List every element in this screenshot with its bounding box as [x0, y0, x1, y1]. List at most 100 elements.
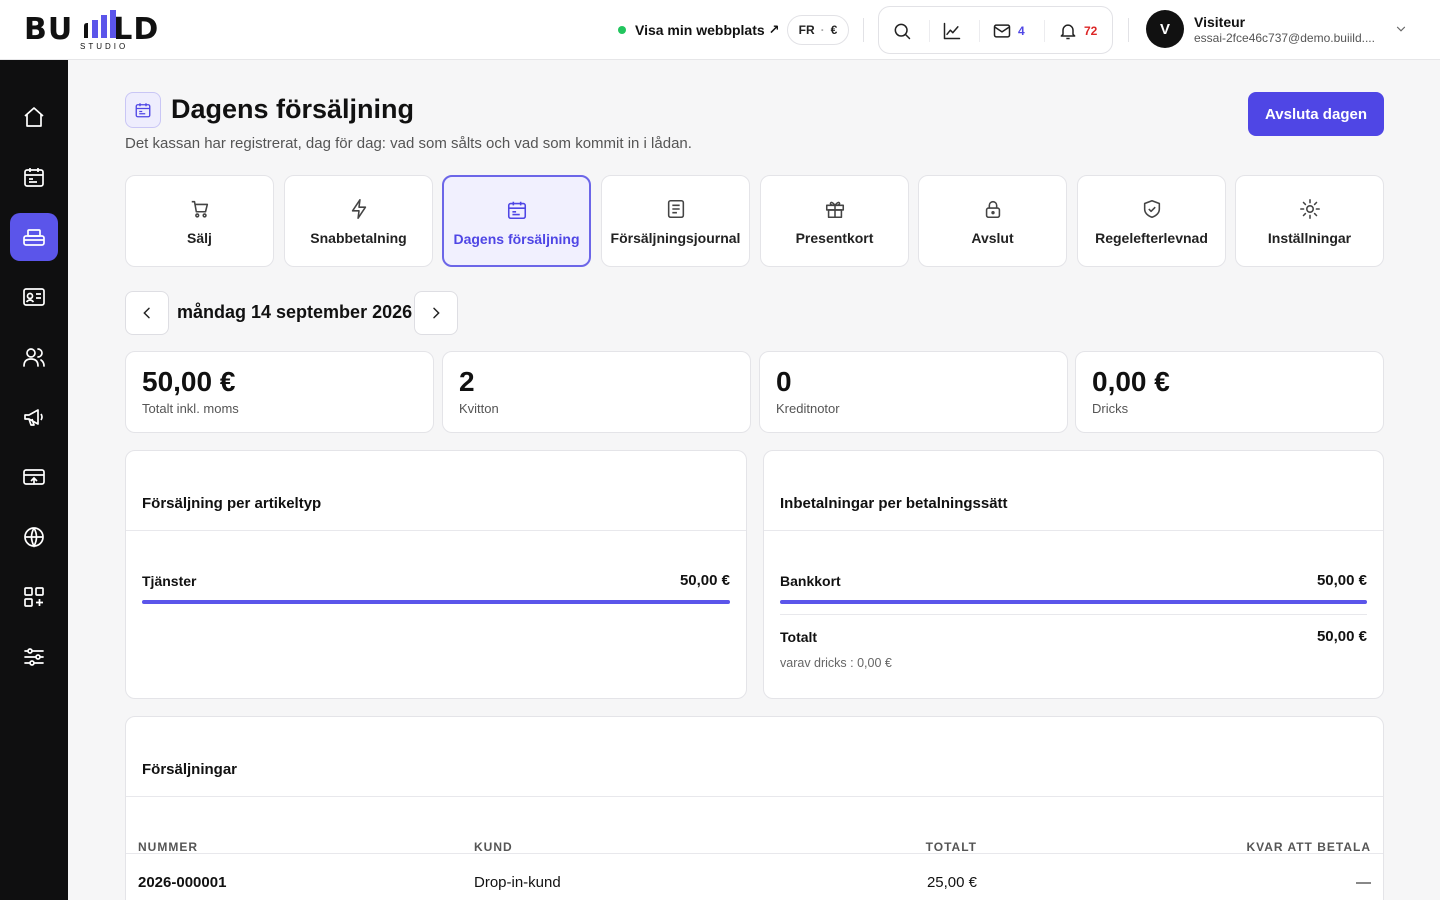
- shield-check-icon: [1143, 199, 1160, 219]
- column-header-customer[interactable]: KUND: [474, 840, 513, 854]
- tile-sell[interactable]: Sälj: [125, 175, 274, 267]
- chart-line-icon: [943, 22, 961, 40]
- sidebar-item-contacts[interactable]: [10, 273, 58, 321]
- stat-value: 0,00 €: [1092, 366, 1170, 397]
- calendar-icon: [135, 103, 151, 118]
- payment-share-bar: [780, 600, 1367, 604]
- home-icon: [24, 107, 44, 127]
- avatar: V: [1146, 10, 1184, 48]
- toolbar-divider: [979, 20, 980, 42]
- locale-currency: €: [830, 23, 838, 37]
- sales-by-type-card: Försäljning per artikeltyp Tjänster 50,0…: [125, 450, 747, 699]
- tile-label: Dagens försäljning: [453, 231, 580, 247]
- payment-total-label: Totalt: [780, 629, 818, 645]
- mail-icon: [993, 24, 1011, 38]
- sale-total: 25,00 €: [926, 874, 977, 891]
- stat-value: 2: [459, 366, 475, 397]
- apps-icon: [24, 587, 44, 607]
- notifications-button[interactable]: 72: [1058, 19, 1097, 43]
- toolbar-group: 4 72: [878, 6, 1113, 54]
- sidebar-item-payments[interactable]: [10, 453, 58, 501]
- payment-total-value: 50,00 €: [1316, 628, 1367, 645]
- next-day-button[interactable]: [414, 291, 458, 335]
- sale-customer: Drop-in-kund: [474, 874, 561, 891]
- analytics-button[interactable]: [942, 19, 962, 43]
- lightning-icon: [351, 199, 366, 219]
- cart-icon: [191, 200, 208, 218]
- contact-card-icon: [23, 288, 45, 306]
- sliders-icon: [24, 648, 44, 666]
- column-header-total[interactable]: TOTALT: [926, 840, 977, 854]
- tile-label: Avslut: [971, 230, 1014, 246]
- payment-row-label: Bankkort: [780, 573, 841, 589]
- sidebar-item-marketing[interactable]: [10, 393, 58, 441]
- sale-number: 2026-000001: [138, 874, 227, 891]
- table-header-divider: [126, 853, 1383, 854]
- type-share-bar: [142, 600, 730, 604]
- previous-day-button[interactable]: [125, 291, 169, 335]
- close-day-button[interactable]: Avsluta dagen: [1248, 92, 1384, 136]
- sidebar-item-calendar[interactable]: [10, 153, 58, 201]
- page-subtitle: Det kassan har registrerat, dag för dag:…: [125, 135, 692, 152]
- locale-switcher[interactable]: FR · €: [787, 15, 849, 45]
- sidebar-item-apps[interactable]: [10, 573, 58, 621]
- calendar-icon: [507, 201, 526, 220]
- sidebar-item-home[interactable]: [10, 93, 58, 141]
- user-email: essai-2fce46c737@demo.buiild....: [1194, 31, 1375, 45]
- stat-label: Totalt inkl. moms: [142, 401, 239, 416]
- sun-gear-icon: [1299, 199, 1320, 219]
- chevron-right-icon: [433, 307, 440, 319]
- search-button[interactable]: [892, 19, 912, 43]
- tile-quick-payment[interactable]: Snabbetalning: [284, 175, 433, 267]
- type-share-fill: [142, 600, 730, 604]
- card-divider: [126, 796, 1383, 797]
- cash-register-icon: [23, 229, 45, 246]
- megaphone-icon: [24, 409, 43, 426]
- sales-table-card: Försäljningar NUMMER KUND TOTALT KVAR AT…: [125, 716, 1384, 900]
- topbar-divider: [1128, 18, 1129, 42]
- chevron-down-icon: [1396, 26, 1406, 32]
- tile-gift-cards[interactable]: Presentkort: [760, 175, 909, 267]
- stat-value: 0: [776, 366, 792, 397]
- column-header-remaining[interactable]: KVAR ATT BETALA: [1246, 840, 1371, 854]
- payment-share-fill: [780, 600, 1367, 604]
- column-header-number[interactable]: NUMMER: [138, 840, 198, 854]
- type-row-label: Tjänster: [142, 573, 197, 589]
- tile-daily-sales[interactable]: Dagens försäljning: [442, 175, 591, 267]
- tile-label: Presentkort: [795, 230, 874, 246]
- sidebar-item-settings[interactable]: [10, 633, 58, 681]
- type-row-value: 50,00 €: [679, 572, 730, 589]
- tile-label: Sälj: [187, 230, 212, 246]
- locale-separator: ·: [820, 23, 825, 37]
- sidebar-item-customers[interactable]: [10, 333, 58, 381]
- gift-icon: [825, 201, 844, 219]
- tile-label: Försäljningsjournal: [610, 230, 741, 246]
- stat-total: 50,00 € Totalt inkl. moms: [125, 351, 434, 433]
- tile-sales-journal[interactable]: Försäljningsjournal: [601, 175, 750, 267]
- mail-count-badge: 4: [1018, 24, 1025, 38]
- card-divider: [764, 530, 1383, 531]
- current-date: måndag 14 september 2026: [177, 302, 413, 322]
- tile-closing[interactable]: Avslut: [918, 175, 1067, 267]
- toolbar-divider: [1044, 20, 1045, 42]
- messages-button[interactable]: 4: [992, 19, 1025, 43]
- user-menu[interactable]: V Visiteur essai-2fce46c737@demo.buiild.…: [1146, 10, 1416, 50]
- sale-remaining: —: [1356, 874, 1371, 891]
- sidebar-item-cash-register[interactable]: [10, 213, 58, 261]
- tile-label: Regelefterlevnad: [1095, 230, 1208, 246]
- online-status-dot: [618, 26, 626, 34]
- view-website-link[interactable]: Visa min webbplats ↗: [618, 18, 780, 42]
- toolbar-divider: [929, 20, 930, 42]
- page-title: Dagens försäljning: [171, 94, 415, 124]
- user-name: Visiteur: [1194, 14, 1246, 30]
- brand-logo[interactable]: BU LD STUDIO: [24, 8, 184, 52]
- tile-settings[interactable]: Inställningar: [1235, 175, 1384, 267]
- globe-icon: [24, 527, 44, 548]
- payment-row-value: 50,00 €: [1316, 572, 1367, 589]
- users-icon: [23, 348, 45, 367]
- tile-compliance[interactable]: Regelefterlevnad: [1077, 175, 1226, 267]
- stat-tips: 0,00 € Dricks: [1075, 351, 1384, 433]
- sidebar-item-website[interactable]: [10, 513, 58, 561]
- locale-language: FR: [798, 23, 815, 37]
- bell-icon: [1060, 24, 1076, 40]
